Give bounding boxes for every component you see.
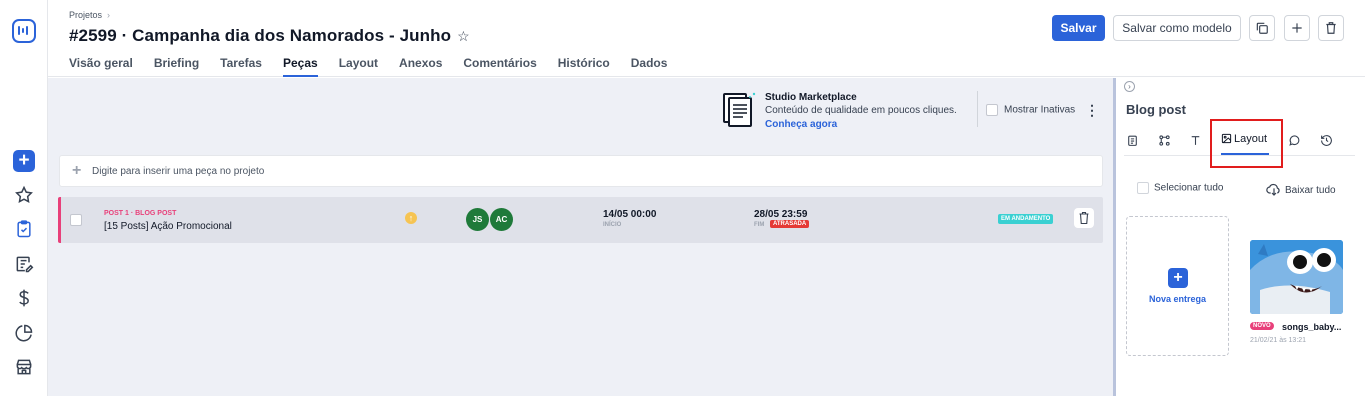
delete-piece-button[interactable] — [1074, 208, 1094, 228]
file-name[interactable]: songs_baby... — [1282, 322, 1341, 332]
new-delivery-label: Nova entrega — [1148, 294, 1207, 304]
project-title: #2599 · Campanha dia dos Namorados - Jun… — [69, 26, 452, 45]
show-inactive-toggle[interactable]: Mostrar Inativas — [986, 104, 1075, 116]
file-thumbnail[interactable] — [1250, 240, 1343, 314]
clipboard-icon — [1128, 135, 1137, 146]
avatar[interactable]: AC — [490, 208, 513, 231]
file-date: 21/02/21 às 13:21 — [1250, 337, 1307, 344]
app-logo[interactable] — [12, 19, 36, 43]
tab-details[interactable] — [1126, 134, 1139, 150]
tab-history[interactable] — [1320, 134, 1333, 150]
marketplace-link[interactable]: Conheça agora — [765, 119, 837, 130]
plus-icon: + — [72, 162, 82, 179]
tab-workflow[interactable] — [1158, 134, 1171, 150]
select-all[interactable]: Selecionar tudo — [1137, 182, 1224, 194]
tab-anexos[interactable]: Anexos — [399, 56, 442, 77]
workflow-icon — [1159, 135, 1170, 146]
tab-layout[interactable]: Layout — [339, 56, 378, 77]
marketplace-promo: Studio Marketplace Conteúdo de qualidade… — [723, 91, 963, 131]
tab-text[interactable] — [1189, 134, 1202, 150]
tab-tarefas[interactable]: Tarefas — [220, 56, 262, 77]
select-all-checkbox[interactable] — [1137, 182, 1149, 194]
priority-up-icon[interactable]: ↑ — [405, 212, 417, 224]
store-icon[interactable] — [14, 357, 34, 377]
favorite-star-icon[interactable]: ☆ — [457, 28, 470, 45]
start-date[interactable]: 14/05 00:00 — [603, 209, 656, 220]
end-date[interactable]: 28/05 23:59 — [754, 209, 807, 220]
late-badge: ATRASADA — [770, 220, 810, 228]
tab-historico[interactable]: Histórico — [558, 56, 610, 77]
breadcrumb-projects[interactable]: Projetos — [69, 10, 102, 20]
piece-checkbox[interactable] — [70, 214, 82, 226]
new-piece-input[interactable] — [92, 162, 992, 180]
star-icon[interactable] — [14, 185, 34, 205]
add-button[interactable] — [1284, 15, 1310, 41]
end-label: FIM — [754, 222, 765, 228]
create-button[interactable]: + — [13, 150, 35, 172]
clipboard-check-icon[interactable] — [14, 219, 34, 239]
more-options-icon[interactable]: ⋮ — [1085, 103, 1099, 117]
page-title: #2599 · Campanha dia dos Namorados - Jun… — [69, 26, 470, 46]
tab-visao-geral[interactable]: Visão geral — [69, 56, 133, 77]
collapse-panel-icon[interactable]: › — [1124, 81, 1135, 92]
pie-chart-icon[interactable] — [14, 323, 34, 343]
avatar[interactable]: JS — [466, 208, 489, 231]
status-badge[interactable]: EM ANDAMENTO — [998, 214, 1054, 224]
breadcrumb: Projetos › — [69, 10, 110, 20]
pieces-area: Studio Marketplace Conteúdo de qualidade… — [48, 78, 1113, 396]
panel-title: Blog post — [1126, 102, 1186, 117]
new-piece-bar: + — [59, 155, 1103, 187]
tab-comentarios[interactable]: Comentários — [463, 56, 536, 77]
download-all-label: Baixar tudo — [1285, 185, 1336, 196]
show-inactive-label: Mostrar Inativas — [1004, 104, 1076, 116]
duplicate-button[interactable] — [1249, 15, 1275, 41]
detail-panel: › Blog post Layout Selecionar tudo Baixa… — [1116, 78, 1365, 396]
tab-comments[interactable] — [1288, 134, 1301, 150]
show-inactive-checkbox[interactable] — [986, 104, 998, 116]
project-header: Projetos › #2599 · Campanha dia dos Namor… — [48, 0, 1365, 77]
save-button[interactable]: Salvar — [1052, 15, 1105, 41]
chevron-right-icon: › — [107, 10, 111, 20]
tab-dados[interactable]: Dados — [631, 56, 668, 77]
delete-project-button[interactable] — [1318, 15, 1344, 41]
plus-icon — [1292, 23, 1302, 33]
tab-pecas[interactable]: Peças — [282, 56, 318, 77]
select-all-label: Selecionar tudo — [1154, 182, 1224, 194]
dollar-icon[interactable] — [14, 288, 34, 308]
tab-briefing[interactable]: Briefing — [154, 56, 199, 77]
sidebar: + — [0, 0, 48, 396]
plus-icon: + — [1168, 268, 1188, 288]
trash-icon — [1326, 22, 1336, 34]
highlight-box — [1210, 119, 1283, 168]
piece-name[interactable]: [15 Posts] Ação Promocional — [104, 221, 232, 232]
comment-icon — [1289, 135, 1300, 146]
history-icon — [1321, 135, 1332, 146]
project-tabs: Visão geral Briefing Tarefas Peças Layou… — [69, 56, 688, 77]
start-label: INÍCIO — [603, 222, 622, 228]
trash-icon — [1079, 211, 1089, 225]
marketplace-title: Studio Marketplace — [765, 92, 857, 103]
new-delivery-card[interactable]: + Nova entrega — [1126, 216, 1229, 356]
document-stack-icon — [723, 92, 756, 127]
piece-kind: POST 1 · BLOG POST — [104, 210, 177, 217]
text-icon — [1191, 136, 1200, 145]
edit-note-icon[interactable] — [14, 254, 34, 274]
piece-row[interactable]: POST 1 · BLOG POST [15 Posts] Ação Promo… — [58, 197, 1103, 243]
copy-icon — [1256, 22, 1268, 34]
save-as-template-button[interactable]: Salvar como modelo — [1113, 15, 1241, 41]
divider — [977, 91, 978, 127]
new-badge: NOVO — [1250, 322, 1274, 330]
shark-cartoon-image — [1250, 240, 1343, 314]
download-all-button[interactable]: Baixar tudo — [1266, 182, 1336, 196]
cloud-download-icon — [1266, 183, 1280, 196]
marketplace-subtitle: Conteúdo de qualidade em poucos cliques. — [765, 105, 957, 116]
